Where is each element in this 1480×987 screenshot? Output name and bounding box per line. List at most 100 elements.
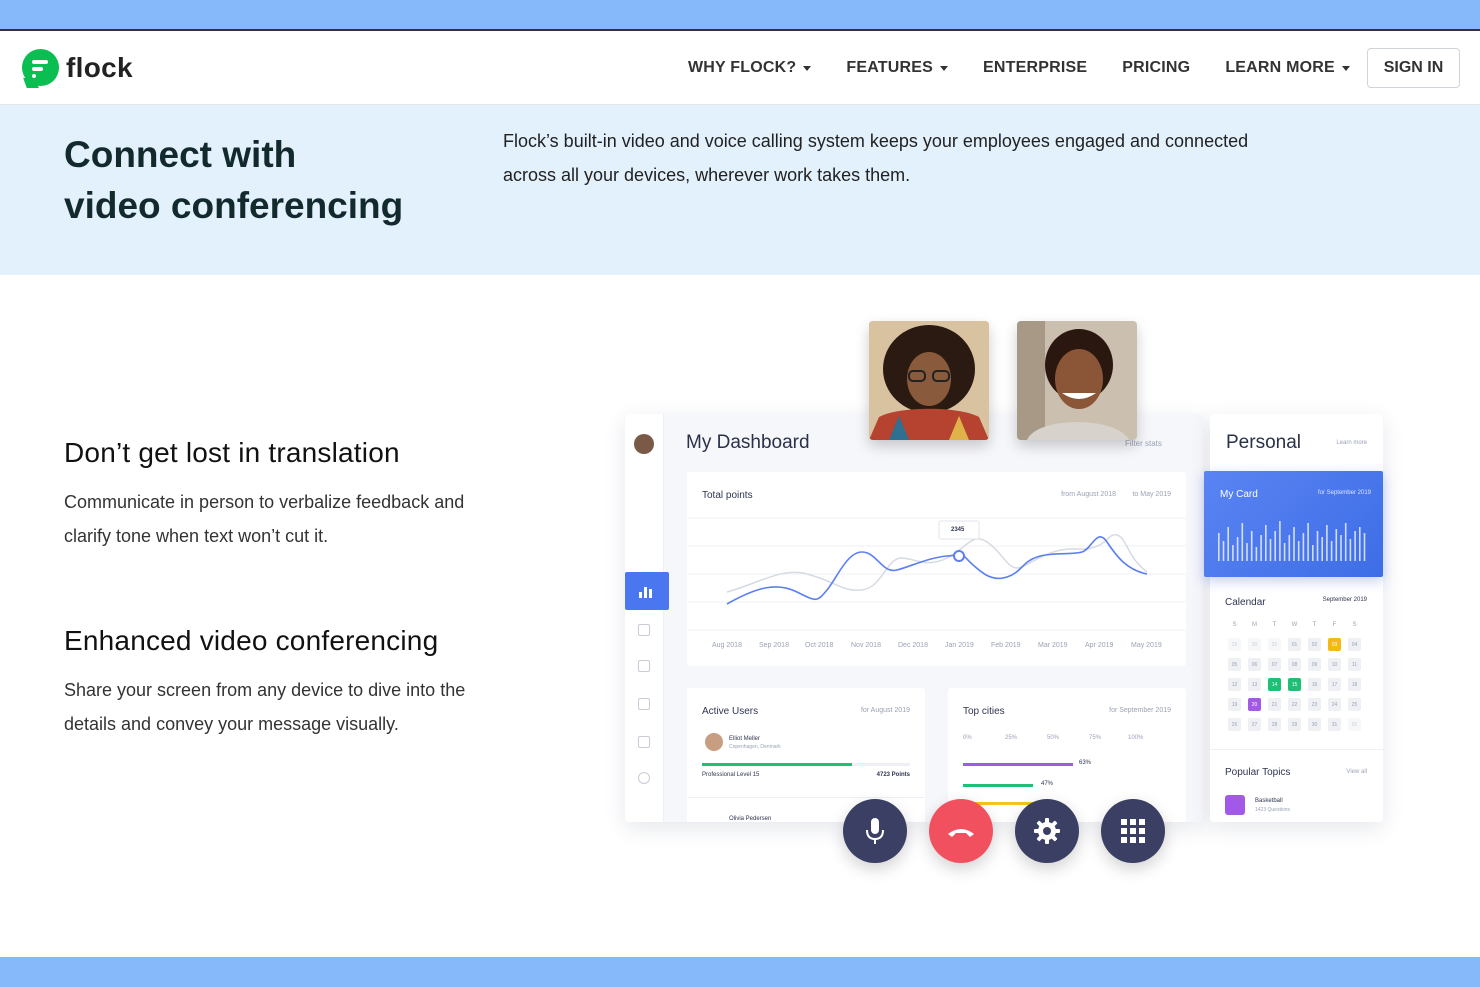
grid-icon bbox=[1121, 819, 1145, 843]
trophy-icon bbox=[638, 624, 650, 636]
calendar-day[interactable]: 25 bbox=[1348, 698, 1361, 711]
calendar-day[interactable]: 03 bbox=[1328, 638, 1341, 651]
calendar-day[interactable]: 22 bbox=[1288, 698, 1301, 711]
view-all-link[interactable]: View all bbox=[1346, 769, 1367, 775]
calendar-day[interactable]: 18 bbox=[1348, 678, 1361, 691]
my-card-bar bbox=[1227, 527, 1229, 561]
my-card-bar bbox=[1218, 533, 1220, 561]
x-tick: Mar 2019 bbox=[1038, 642, 1068, 649]
top-cities-card: Top cities for September 2019 0% 25% 50%… bbox=[948, 688, 1186, 822]
calendar-day[interactable]: 30 bbox=[1248, 638, 1261, 651]
calendar-day[interactable]: 02 bbox=[1308, 638, 1321, 651]
feature-heading: Don’t get lost in translation bbox=[64, 437, 400, 468]
my-card-bar bbox=[1236, 537, 1239, 561]
apps-grid-button[interactable] bbox=[1101, 799, 1165, 863]
calendar-day[interactable]: 11 bbox=[1348, 658, 1361, 671]
nav-why-flock[interactable]: WHY FLOCK? bbox=[688, 59, 812, 77]
my-card-bar bbox=[1260, 535, 1262, 561]
microphone-icon bbox=[866, 818, 884, 844]
card-period: for September 2019 bbox=[1109, 707, 1171, 714]
calendar-day[interactable]: 20 bbox=[1248, 698, 1261, 711]
x-tick: Aug 2018 bbox=[712, 642, 742, 649]
calendar-day[interactable]: 06 bbox=[1248, 658, 1261, 671]
hero-description: Flock’s built-in video and voice calling… bbox=[503, 131, 1249, 185]
card-period: for August 2019 bbox=[860, 707, 910, 714]
sign-in-button[interactable]: SIGN IN bbox=[1367, 48, 1460, 88]
feature-video: Enhanced video conferencing Share your s… bbox=[64, 625, 504, 741]
calendar-day[interactable]: 10 bbox=[1328, 658, 1341, 671]
my-card-period: for September 2019 bbox=[1317, 490, 1371, 496]
settings-icon bbox=[638, 772, 650, 784]
calendar-day[interactable]: 01 bbox=[1288, 638, 1301, 651]
level-label: Professional Level 15 bbox=[702, 772, 760, 778]
my-card-bar bbox=[1359, 527, 1361, 561]
calendar-day[interactable]: 29 bbox=[1288, 718, 1301, 731]
nav-learn-more[interactable]: LEARN MORE bbox=[1225, 59, 1350, 77]
my-card-bar bbox=[1246, 543, 1248, 561]
topic-subtitle: 1423 Questions bbox=[1255, 807, 1291, 813]
my-card-bar bbox=[1265, 525, 1267, 561]
calendar-day[interactable]: 08 bbox=[1288, 658, 1301, 671]
calendar-day[interactable]: 15 bbox=[1288, 678, 1301, 691]
flock-logo[interactable]: flock bbox=[22, 49, 133, 86]
calendar-day[interactable]: 29 bbox=[1228, 638, 1241, 651]
chevron-down-icon bbox=[1341, 65, 1350, 71]
my-card-bar bbox=[1363, 533, 1366, 561]
calendar-day[interactable]: 17 bbox=[1328, 678, 1341, 691]
hero-section: Connect with video conferencing Flock’s … bbox=[0, 105, 1480, 275]
browser-bottom-frame bbox=[0, 957, 1480, 987]
my-card-bar bbox=[1297, 541, 1300, 561]
calendar-day[interactable]: 28 bbox=[1268, 718, 1281, 731]
my-card-bar bbox=[1241, 523, 1244, 561]
mute-button[interactable] bbox=[843, 799, 907, 863]
scale-tick: 25% bbox=[1005, 735, 1018, 741]
top-navbar: flock WHY FLOCK? FEATURES ENTERPRISE PRI… bbox=[0, 31, 1480, 105]
nav-features[interactable]: FEATURES bbox=[846, 59, 948, 77]
city-bar bbox=[963, 763, 1073, 766]
calendar-day[interactable]: 13 bbox=[1248, 678, 1261, 691]
document-icon bbox=[638, 736, 650, 748]
calendar-day[interactable]: 01 bbox=[1348, 718, 1361, 731]
calendar-day[interactable]: 30 bbox=[1308, 718, 1321, 731]
feature-text: Communicate in person to verbalize feedb… bbox=[64, 492, 465, 546]
calendar-day[interactable]: 23 bbox=[1308, 698, 1321, 711]
my-card-bar bbox=[1283, 543, 1286, 561]
dashboard-illustration: My Dashboard Filter stats Total points f… bbox=[625, 414, 1203, 822]
calendar-day[interactable]: 21 bbox=[1268, 698, 1281, 711]
my-card-bar bbox=[1340, 535, 1342, 561]
calendar-day[interactable]: 19 bbox=[1228, 698, 1241, 711]
calendar-day[interactable]: 16 bbox=[1308, 678, 1321, 691]
flock-logo-icon bbox=[22, 49, 59, 86]
user-location: Copenhagen, Denmark bbox=[729, 744, 781, 750]
calendar-day[interactable]: 31 bbox=[1268, 638, 1281, 651]
calendar-day[interactable]: 26 bbox=[1228, 718, 1241, 731]
points-label: 4723 Points bbox=[876, 772, 910, 778]
calendar-day[interactable]: 31 bbox=[1328, 718, 1341, 731]
calendar-day[interactable]: 04 bbox=[1348, 638, 1361, 651]
browser-top-frame bbox=[0, 0, 1480, 31]
calendar-day[interactable]: 27 bbox=[1248, 718, 1261, 731]
calendar-day[interactable]: 09 bbox=[1308, 658, 1321, 671]
calendar-day[interactable]: 14 bbox=[1268, 678, 1281, 691]
avatar bbox=[705, 733, 723, 751]
calendar-grid: 29 30 31 01 02 03 04 05 06 07 08 09 10 11 12 13 14 15 16 17… bbox=[1228, 638, 1361, 731]
calendar-day[interactable]: 07 bbox=[1268, 658, 1281, 671]
learn-more-link[interactable]: Learn more bbox=[1336, 440, 1367, 446]
nav-enterprise[interactable]: ENTERPRISE bbox=[983, 59, 1087, 77]
calendar-month: September 2019 bbox=[1322, 597, 1367, 603]
nav-pricing[interactable]: PRICING bbox=[1122, 59, 1190, 77]
calendar-day[interactable]: 12 bbox=[1228, 678, 1241, 691]
calendar-day[interactable]: 24 bbox=[1328, 698, 1341, 711]
x-tick: Apr 2019 bbox=[1085, 642, 1114, 649]
settings-button[interactable] bbox=[1015, 799, 1079, 863]
headphones-icon bbox=[1225, 795, 1245, 815]
personal-title: Personal bbox=[1226, 432, 1301, 453]
x-tick: Oct 2018 bbox=[805, 642, 834, 649]
city-bar bbox=[963, 784, 1033, 787]
scale-tick: 50% bbox=[1047, 735, 1060, 741]
topic-name: Basketball bbox=[1255, 798, 1283, 804]
chart-icon bbox=[625, 572, 669, 610]
filter-stats: Filter stats bbox=[1125, 439, 1162, 448]
calendar-day[interactable]: 05 bbox=[1228, 658, 1241, 671]
hang-up-button[interactable] bbox=[929, 799, 993, 863]
